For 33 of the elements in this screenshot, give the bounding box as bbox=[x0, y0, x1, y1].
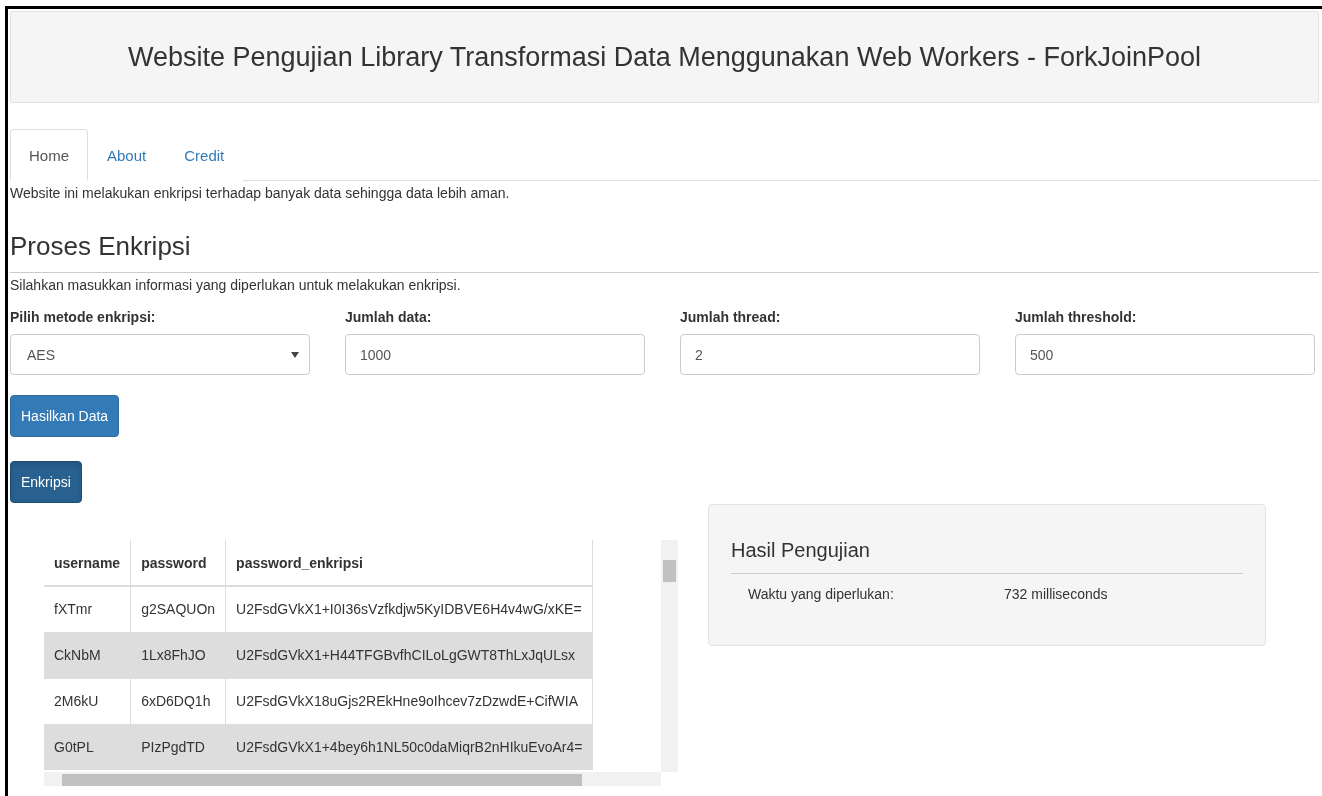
section-heading: Proses Enkripsi bbox=[10, 231, 1319, 273]
encrypt-button[interactable]: Enkripsi bbox=[10, 461, 82, 503]
table-cell: 2M6kU bbox=[44, 678, 131, 724]
field-label: Jumlah thread: bbox=[680, 309, 782, 325]
method-select[interactable]: AES bbox=[10, 334, 310, 375]
field-label: Jumlah data: bbox=[345, 309, 433, 325]
page-title: Website Pengujian Library Transformasi Data Menggunakan Web Workers - ForkJoinPool bbox=[128, 41, 1201, 73]
number-field[interactable]: 2 bbox=[680, 334, 980, 375]
panel-title: Hasil Pengujian bbox=[731, 539, 1243, 574]
section-description: Silahkan masukkan informasi yang diperlukan untuk melakukan enkripsi. bbox=[10, 277, 462, 293]
table-cell: U2FsdGVkX1+4bey6h1NL50c0daMiqrB2nHIkuEvoAr4= bbox=[225, 724, 593, 770]
field-label: Jumlah threshold: bbox=[1015, 309, 1138, 325]
table-cell: U2FsdGVkX18uGjs2REkHne9oIhcev7zDzwdE+CifWIA bbox=[225, 678, 593, 724]
nav-tab[interactable]: Home bbox=[10, 129, 88, 181]
intro-text: Website ini melakukan enkripsi terhadap banyak data sehingga data lebih aman. bbox=[10, 185, 511, 201]
number-field[interactable]: 1000 bbox=[345, 334, 645, 375]
caret-icon bbox=[291, 351, 299, 358]
table-cell: G0tPL bbox=[44, 724, 131, 770]
result-label: Waktu yang diperlukan: bbox=[748, 586, 895, 602]
table-cell: CkNbM bbox=[44, 632, 131, 678]
table-cell: 6xD6DQ1h bbox=[130, 678, 226, 724]
table-cell: U2FsdGVkX1+I0I36sVzfkdjw5KyIDBVE6H4v4wG/xKE= bbox=[225, 586, 593, 632]
vertical-scrollbar[interactable] bbox=[661, 540, 678, 772]
table-cell: fXTmr bbox=[44, 586, 131, 632]
horizontal-scrollbar[interactable] bbox=[44, 772, 661, 786]
table-cell: 1Lx8FhJO bbox=[130, 632, 226, 678]
field-label: Pilih metode enkripsi: bbox=[10, 309, 157, 325]
result-value: 732 milliseconds bbox=[1004, 586, 1109, 602]
table-cell: U2FsdGVkX1+H44TFGBvfhCILoLgGWT8ThLxJqULsx bbox=[225, 632, 593, 678]
table-cell: PIzPgdTD bbox=[130, 724, 226, 770]
generate-button[interactable]: Hasilkan Data bbox=[10, 395, 120, 437]
table-cell: g2SAQUOn bbox=[130, 586, 226, 632]
number-field[interactable]: 500 bbox=[1015, 334, 1315, 375]
